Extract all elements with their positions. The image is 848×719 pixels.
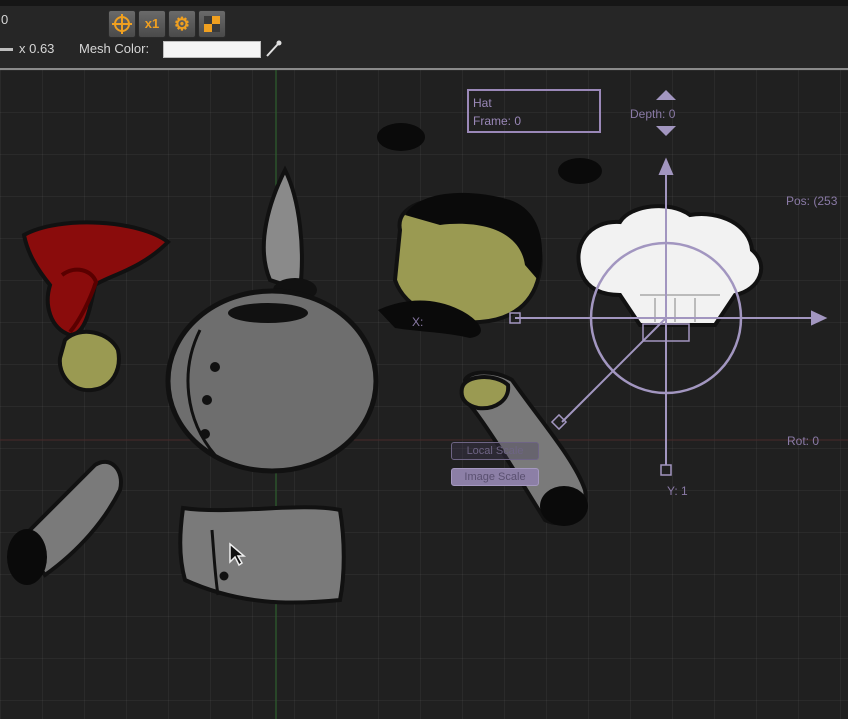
gear-icon: ⚙ (173, 14, 191, 34)
sprite-canvas[interactable]: Hat Frame: 0 Depth: 0 Pos: (253 Rot: 0 X… (0, 70, 848, 719)
crosshair-button[interactable] (108, 10, 136, 38)
scale-value: x 0.63 (19, 41, 55, 56)
torso-part (165, 288, 379, 474)
mesh-color-swatch[interactable] (163, 41, 261, 58)
red-scarf-part (21, 220, 172, 338)
blob-part-1 (377, 123, 425, 151)
depth-down-icon[interactable] (654, 125, 678, 139)
checker-button[interactable] (198, 10, 226, 38)
frame-label: Frame: 0 (473, 114, 522, 128)
editor-toolbar: 0 x1 ⚙ x 0.63 Mesh Color: (0, 0, 848, 70)
local-scale-button[interactable]: Local Scale (451, 442, 539, 460)
head-part (378, 192, 543, 338)
y-scale-label: Y: 1 (667, 484, 688, 498)
left-hand-part (57, 329, 121, 393)
top-value: 0 (1, 12, 9, 27)
rotation-label: Rot: 0 (787, 434, 820, 448)
frame-info-box: Hat Frame: 0 (467, 89, 601, 133)
sprite-artwork (0, 70, 848, 719)
knife-part (261, 165, 317, 302)
crosshair-icon (112, 14, 132, 34)
hat-part (576, 204, 764, 327)
mesh-color-label: Mesh Color: (79, 41, 150, 56)
left-arm-part (7, 459, 123, 585)
blob-part-2 (558, 158, 602, 184)
checker-icon (204, 16, 220, 32)
scale-slider[interactable] (0, 48, 13, 51)
part-name-label: Hat (473, 96, 492, 110)
jacket-bottom-part (178, 505, 346, 605)
eyedropper-icon[interactable] (264, 39, 284, 59)
image-scale-button[interactable]: Image Scale (451, 468, 539, 486)
mouse-cursor-icon (229, 542, 247, 567)
title-strip (0, 0, 848, 6)
depth-up-icon[interactable] (654, 88, 678, 102)
gear-button[interactable]: ⚙ (168, 10, 196, 38)
x1-button[interactable]: x1 (138, 10, 166, 38)
depth-label: Depth: 0 (630, 107, 676, 121)
position-label: Pos: (253 (786, 194, 838, 208)
x-scale-label: X: (412, 315, 424, 329)
